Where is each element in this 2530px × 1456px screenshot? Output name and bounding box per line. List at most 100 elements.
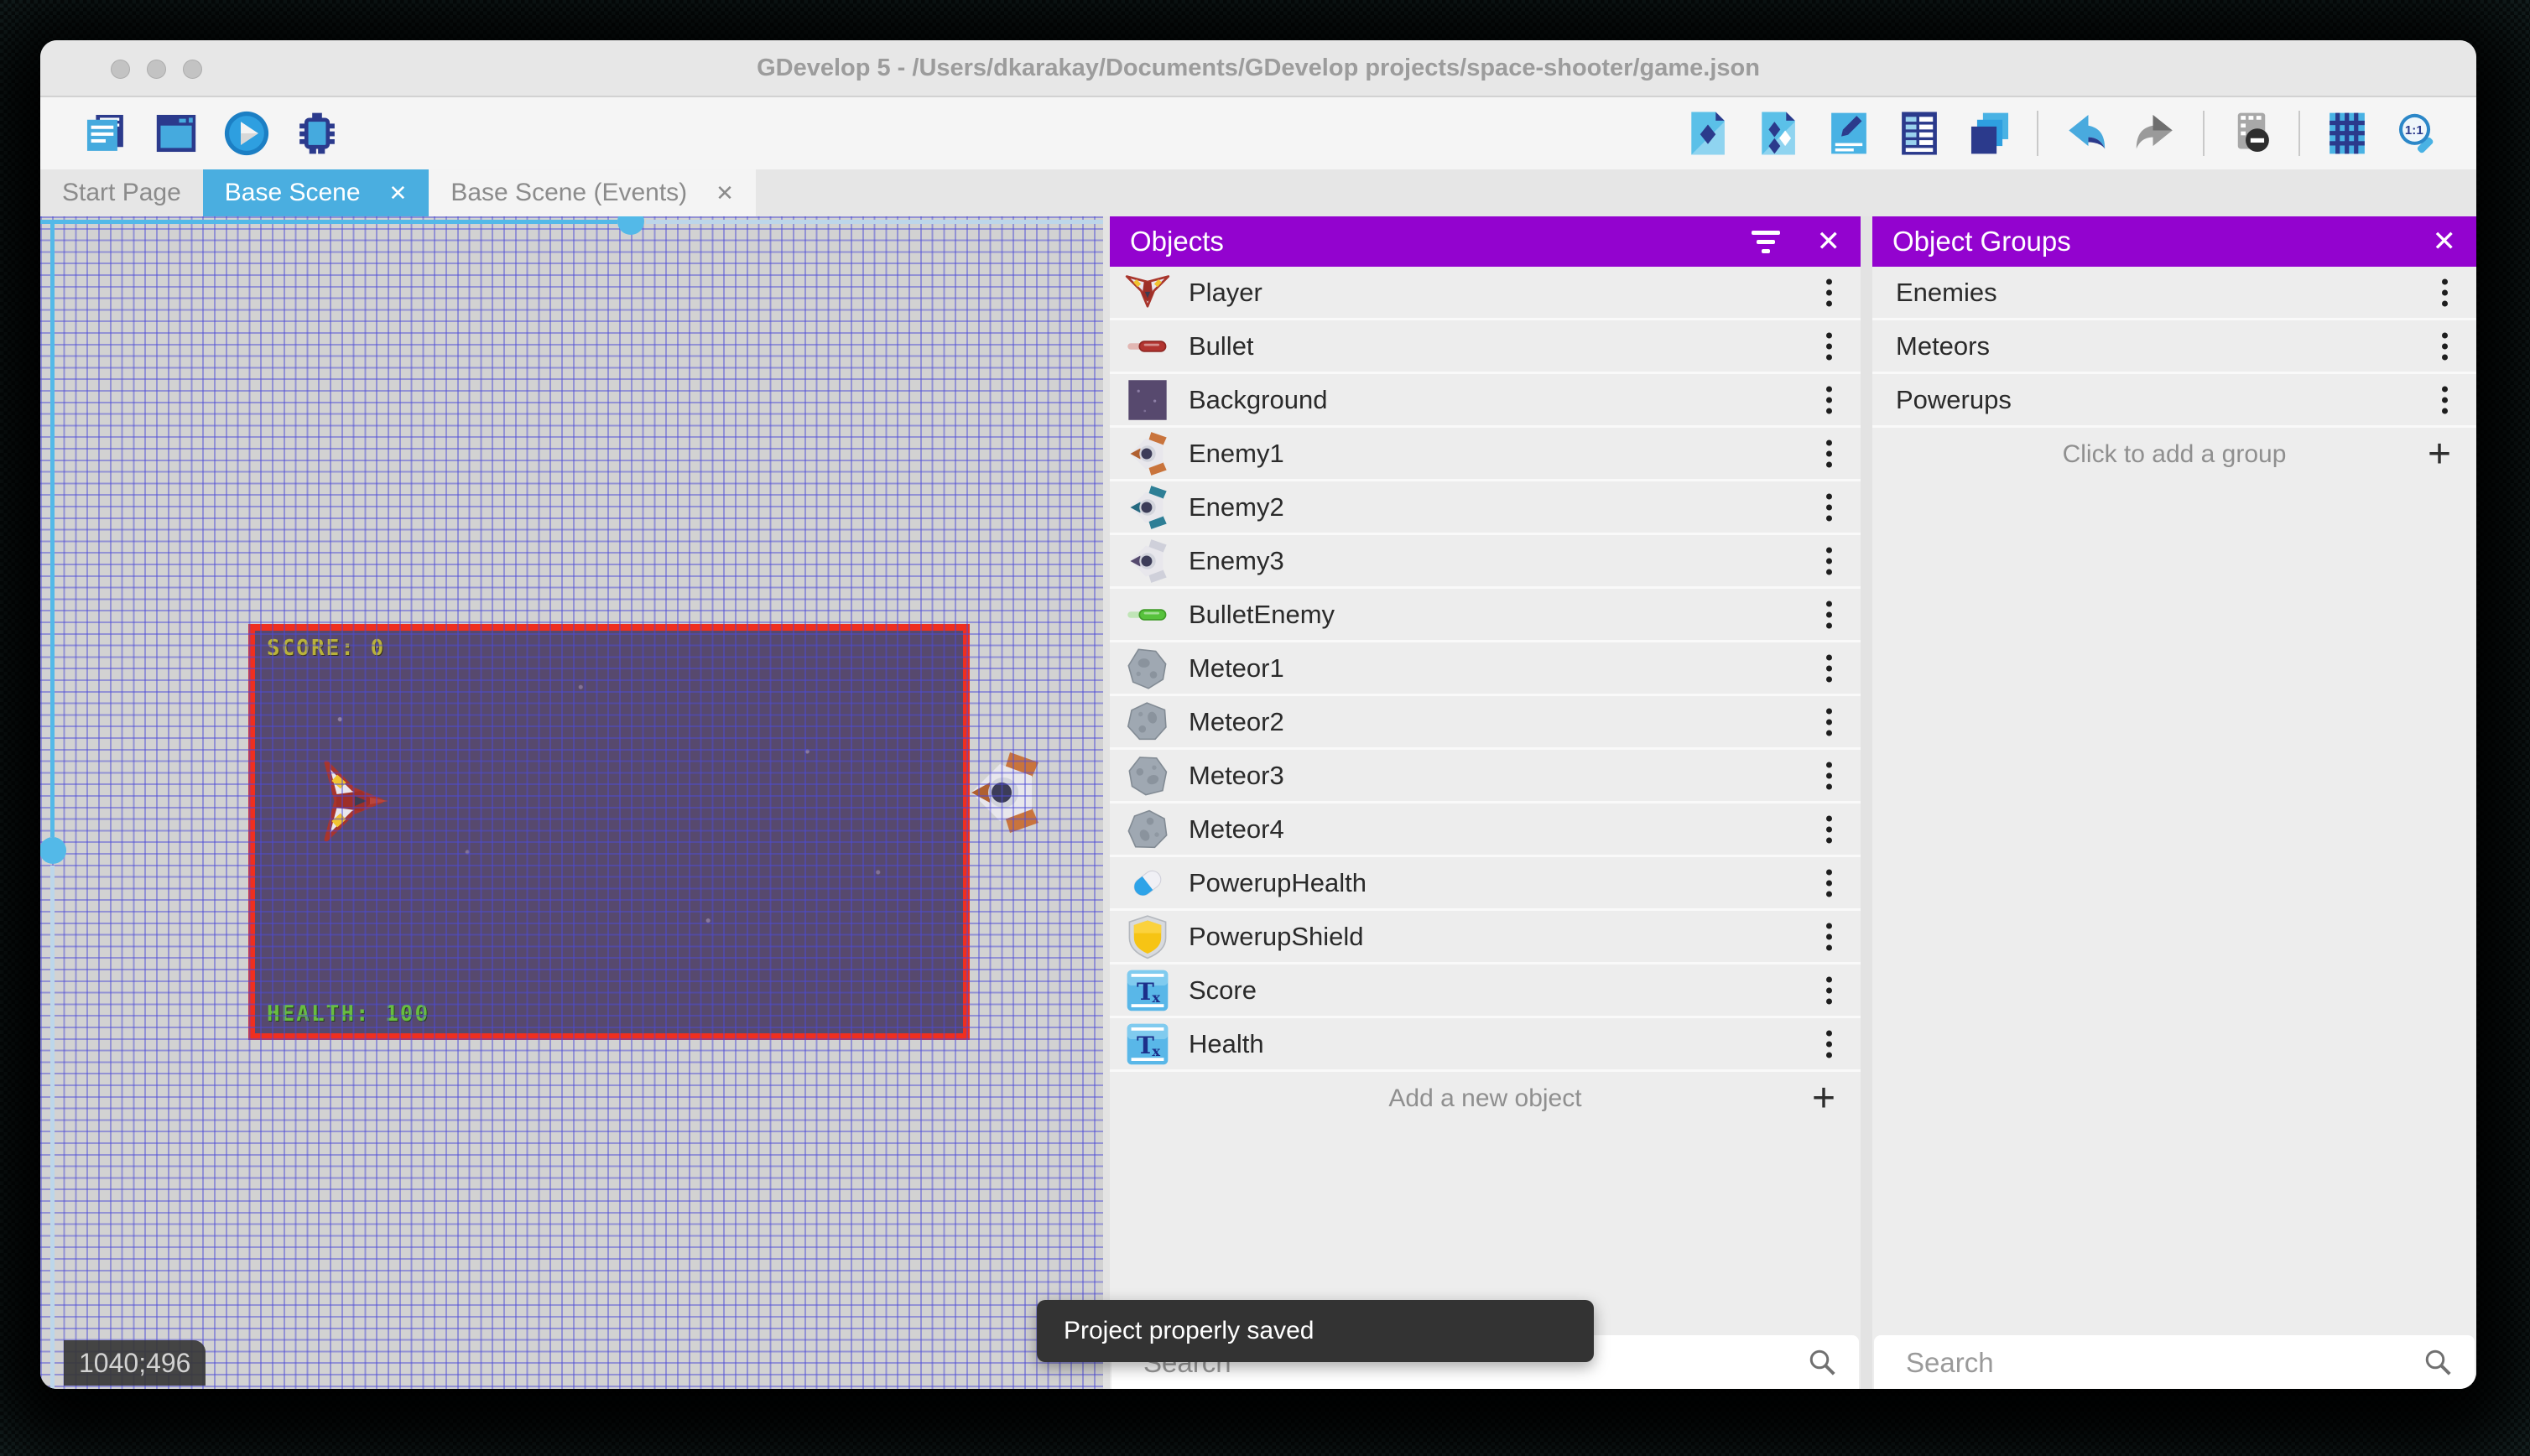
vertical-scrollbar-thumb[interactable] (40, 837, 66, 864)
object-row[interactable]: Bullet (1110, 320, 1861, 374)
text-object-icon: T x (1125, 1022, 1170, 1067)
tab-base-scene-events[interactable]: Base Scene (Events)✕ (429, 169, 756, 216)
editor-content: SCORE: 0 HEALTH: 100 (40, 216, 2476, 1389)
close-objects-panel-icon[interactable]: ✕ (1817, 227, 1841, 256)
row-menu-icon[interactable] (1823, 973, 1835, 1007)
group-row[interactable]: Powerups (1872, 374, 2476, 428)
row-menu-icon[interactable] (1823, 812, 1835, 846)
object-row[interactable]: Enemy3 (1110, 535, 1861, 589)
row-menu-icon[interactable] (1823, 275, 1835, 309)
search-icon[interactable] (2423, 1347, 2453, 1377)
layers-icon[interactable] (1965, 109, 2014, 158)
horizontal-scrollbar[interactable] (40, 220, 617, 224)
row-menu-icon[interactable] (1823, 651, 1835, 685)
row-menu-icon[interactable] (1823, 1027, 1835, 1061)
group-row[interactable]: Meteors (1872, 320, 2476, 374)
row-menu-icon[interactable] (1823, 382, 1835, 417)
app-window: GDevelop 5 - /Users/dkarakay/Documents/G… (40, 40, 2476, 1389)
enemy-ship-instance[interactable] (961, 751, 1045, 835)
tab-bar: Start PageBase Scene✕Base Scene (Events)… (40, 169, 2476, 216)
vertical-scrollbar[interactable] (50, 220, 55, 837)
object-name: Meteor3 (1189, 761, 1284, 791)
object-row[interactable]: Meteor2 (1110, 696, 1861, 750)
object-row[interactable]: Enemy1 (1110, 428, 1861, 481)
object-row[interactable]: T x Health (1110, 1018, 1861, 1072)
row-menu-icon[interactable] (1823, 436, 1835, 471)
toolbar-separator (2037, 111, 2038, 156)
object-groups-panel-title: Object Groups (1892, 226, 2071, 257)
filter-icon[interactable] (1752, 231, 1780, 253)
search-icon[interactable] (1807, 1347, 1837, 1377)
debug-icon[interactable] (293, 109, 341, 158)
object-row[interactable]: PowerupShield (1110, 911, 1861, 965)
play-preview-icon[interactable] (222, 109, 271, 158)
player-ship-instance[interactable] (315, 755, 398, 847)
add-object-button[interactable]: Add a new object+ (1110, 1072, 1861, 1126)
title-bar: GDevelop 5 - /Users/dkarakay/Documents/G… (40, 40, 2476, 97)
redo-icon[interactable] (2132, 109, 2180, 158)
add-object-icon[interactable] (1684, 109, 1732, 158)
object-name: Enemy3 (1189, 546, 1284, 576)
grid-icon[interactable] (2323, 109, 2371, 158)
object-row[interactable]: Background (1110, 374, 1861, 428)
tab-label: Start Page (62, 179, 181, 207)
objects-panel-title: Objects (1130, 226, 1224, 257)
object-name: Background (1189, 385, 1327, 415)
object-row[interactable]: Enemy2 (1110, 481, 1861, 535)
add-group-button[interactable]: Click to add a group+ (1872, 428, 2476, 481)
row-menu-icon[interactable] (1823, 866, 1835, 900)
object-row[interactable]: Meteor4 (1110, 803, 1861, 857)
undo-icon[interactable] (2061, 109, 2110, 158)
powerup-shield-icon (1125, 914, 1170, 959)
object-row[interactable]: Player (1110, 267, 1861, 320)
close-object-groups-panel-icon[interactable]: ✕ (2433, 227, 2457, 256)
objects-panel: Objects ✕ Player Bullet Background Enemy… (1110, 216, 1861, 1389)
instances-list-icon[interactable] (1895, 109, 1944, 158)
meteor-4-icon (1125, 807, 1170, 852)
object-row[interactable]: PowerupHealth (1110, 857, 1861, 911)
row-menu-icon[interactable] (1823, 543, 1835, 578)
horizontal-scrollbar-thumb[interactable] (617, 216, 644, 235)
text-object-icon: T x (1125, 968, 1170, 1013)
row-menu-icon[interactable] (1823, 329, 1835, 363)
enemy-teal-icon (1125, 485, 1170, 530)
row-menu-icon[interactable] (1823, 758, 1835, 793)
row-menu-icon[interactable] (1823, 490, 1835, 524)
svg-text:x: x (1152, 990, 1160, 1006)
zoom-original-icon[interactable]: 1:1 (2393, 109, 2442, 158)
row-menu-icon[interactable] (1823, 919, 1835, 954)
groups-search-input[interactable] (1904, 1335, 2328, 1389)
scene-window-icon[interactable] (152, 109, 200, 158)
object-groups-icon[interactable] (1754, 109, 1803, 158)
scene-canvas[interactable]: SCORE: 0 HEALTH: 100 (40, 216, 1103, 1389)
project-manager-icon[interactable] (81, 109, 130, 158)
object-row[interactable]: Meteor1 (1110, 642, 1861, 696)
vertical-scrollbar-track[interactable] (50, 866, 55, 1389)
object-row[interactable]: Meteor3 (1110, 750, 1861, 803)
toolbar-separator (2203, 111, 2205, 156)
group-row[interactable]: Enemies (1872, 267, 2476, 320)
properties-icon[interactable] (1825, 109, 1873, 158)
row-menu-icon[interactable] (2439, 275, 2451, 309)
tab-close-icon[interactable]: ✕ (389, 180, 408, 206)
horizontal-scrollbar-track[interactable] (646, 220, 1103, 224)
render-disabled-icon[interactable] (2227, 109, 2276, 158)
object-name: BulletEnemy (1189, 600, 1335, 630)
row-menu-icon[interactable] (1823, 597, 1835, 632)
row-menu-icon[interactable] (1823, 705, 1835, 739)
object-name: Health (1189, 1029, 1264, 1059)
tab-base-scene[interactable]: Base Scene ✕ (203, 169, 429, 216)
bullet-red-icon (1125, 324, 1170, 369)
object-row[interactable]: BulletEnemy (1110, 589, 1861, 642)
svg-text:1:1: 1:1 (2405, 123, 2423, 138)
object-name: PowerupHealth (1189, 868, 1367, 898)
meteor-1-icon (1125, 646, 1170, 691)
save-toast: Project properly saved (1037, 1300, 1594, 1362)
objects-panel-header: Objects ✕ (1110, 216, 1861, 267)
row-menu-icon[interactable] (2439, 382, 2451, 417)
tab-start-page[interactable]: Start Page (40, 169, 203, 216)
row-menu-icon[interactable] (2439, 329, 2451, 363)
tab-close-icon[interactable]: ✕ (716, 180, 734, 206)
tab-label: Base Scene (225, 179, 361, 207)
object-row[interactable]: T xScore (1110, 965, 1861, 1018)
